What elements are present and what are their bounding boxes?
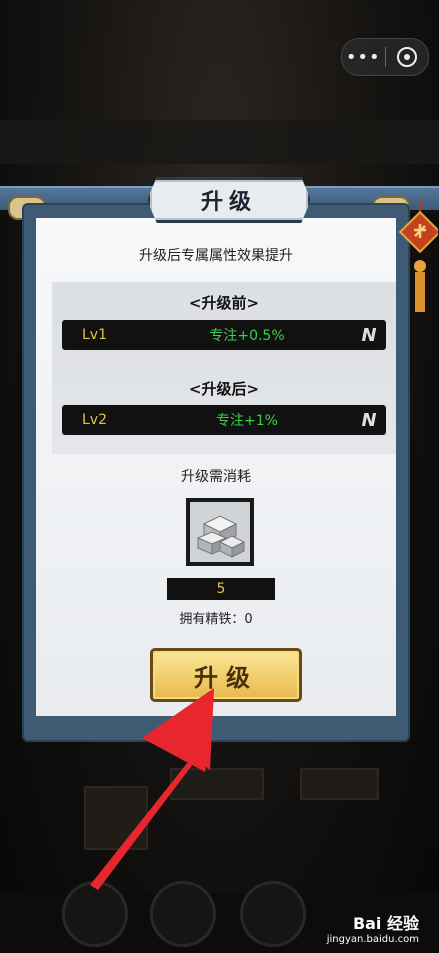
red-pointer-arrow-icon xyxy=(90,688,214,890)
watermark-brand: Bai 经验 xyxy=(352,914,419,933)
watermark-url: jingyan.baidu.com xyxy=(326,934,419,945)
baidu-watermark: Bai 经验 jingyan.baidu.com xyxy=(327,910,419,945)
